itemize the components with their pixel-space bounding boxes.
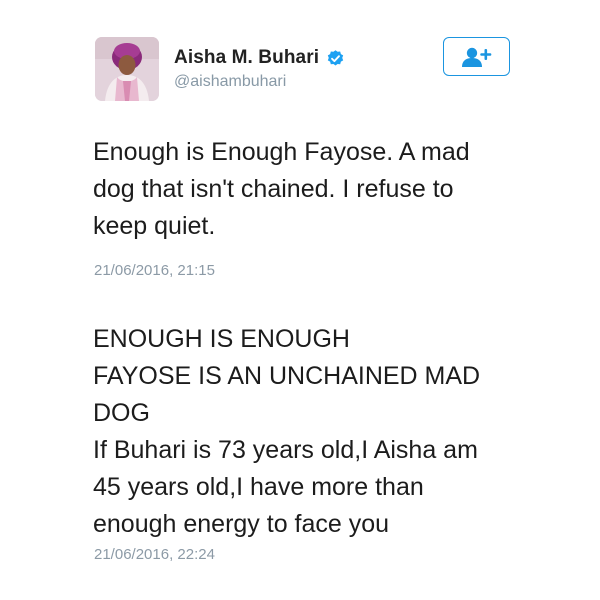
tweet-timestamp[interactable]: 21/06/2016, 22:24 [94, 546, 215, 563]
verified-badge-icon [326, 49, 345, 68]
user-name-row: Aisha M. Buhari [174, 45, 345, 71]
profile-photo [95, 37, 159, 101]
display-name[interactable]: Aisha M. Buhari [174, 47, 319, 69]
tweet-text: Enough is Enough Fayose. A mad dog that … [93, 138, 470, 240]
tweet-timestamp[interactable]: 21/06/2016, 21:15 [94, 262, 215, 279]
avatar[interactable] [95, 37, 159, 101]
tweet-text: ENOUGH IS ENOUGH FAYOSE IS AN UNCHAINED … [93, 325, 481, 538]
user-handle[interactable]: @aishambuhari [174, 73, 286, 91]
add-user-icon [461, 47, 491, 67]
follow-button[interactable] [443, 37, 510, 76]
